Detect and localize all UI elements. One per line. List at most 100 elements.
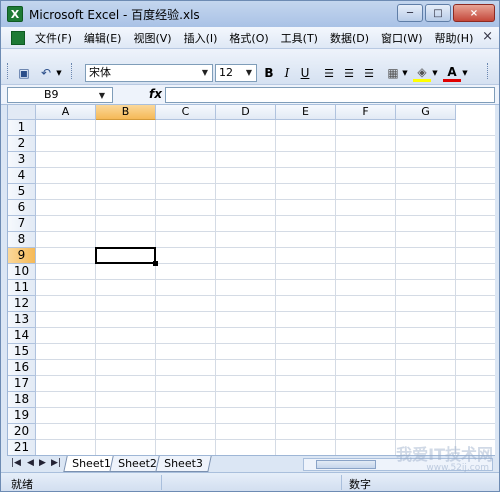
- column-gridline: [395, 120, 396, 455]
- menu-tools[interactable]: 工具(T): [281, 30, 318, 46]
- menu-help[interactable]: 帮助(H): [435, 30, 474, 46]
- prev-sheet-icon[interactable]: ◀: [27, 458, 34, 468]
- name-box-dropdown-icon[interactable]: ▼: [96, 89, 108, 103]
- row-header-19[interactable]: 19: [8, 408, 36, 424]
- minimize-button[interactable]: ─: [397, 4, 423, 22]
- row-header-1[interactable]: 1: [8, 120, 36, 136]
- window-title: Microsoft Excel - 百度经验.xls: [29, 7, 200, 22]
- excel-window: X Microsoft Excel - 百度经验.xls ─ □ × 文件(F)…: [0, 0, 500, 492]
- first-sheet-icon[interactable]: |◀: [11, 458, 21, 468]
- row-header-11[interactable]: 11: [8, 280, 36, 296]
- sheet-tab-3[interactable]: Sheet3: [155, 456, 212, 472]
- borders-dropdown-icon[interactable]: ▼: [401, 64, 409, 82]
- menu-window[interactable]: 窗口(W): [381, 30, 422, 46]
- column-header-d[interactable]: D: [216, 105, 276, 120]
- watermark: 我爱IT技术网: [396, 445, 493, 464]
- row-header-12[interactable]: 12: [8, 296, 36, 312]
- name-box-value: B9: [44, 88, 59, 101]
- row-header-6[interactable]: 6: [8, 200, 36, 216]
- menu-bar: 文件(F) 编辑(E) 视图(V) 插入(I) 格式(O) 工具(T) 数据(D…: [1, 27, 499, 49]
- horizontal-scroll-thumb[interactable]: [316, 460, 376, 469]
- align-left-icon[interactable]: ☰: [321, 64, 337, 82]
- align-right-icon[interactable]: ☰: [361, 64, 377, 82]
- column-gridline: [95, 120, 96, 455]
- menu-insert[interactable]: 插入(I): [184, 30, 218, 46]
- column-header-e[interactable]: E: [276, 105, 336, 120]
- row-gridline: [36, 279, 495, 280]
- row-header-13[interactable]: 13: [8, 312, 36, 328]
- row-header-4[interactable]: 4: [8, 168, 36, 184]
- last-sheet-icon[interactable]: ▶|: [51, 458, 61, 468]
- worksheet-grid[interactable]: A B C D E F G 1 2 3 4 5 6 7 8 9 10 11 12 13 14 15 16 17 18 19 20 21: [7, 105, 495, 455]
- row-header-3[interactable]: 3: [8, 152, 36, 168]
- menu-edit[interactable]: 编辑(E): [84, 30, 122, 46]
- row-header-17[interactable]: 17: [8, 376, 36, 392]
- underline-button[interactable]: U: [297, 64, 313, 82]
- maximize-button[interactable]: □: [425, 4, 451, 22]
- row-gridline: [36, 231, 495, 232]
- column-header-c[interactable]: C: [156, 105, 216, 120]
- workbook-icon[interactable]: [11, 30, 25, 45]
- undo-icon[interactable]: ↶: [37, 64, 55, 82]
- active-cell[interactable]: [95, 247, 156, 264]
- fill-color-dropdown-icon[interactable]: ▼: [431, 64, 439, 82]
- column-header-a[interactable]: A: [36, 105, 96, 120]
- italic-button[interactable]: I: [279, 64, 295, 82]
- font-name-dropdown-icon[interactable]: ▼: [199, 66, 211, 80]
- font-color-dropdown-icon[interactable]: ▼: [461, 64, 469, 82]
- window-controls: ─ □ ×: [397, 4, 495, 22]
- next-sheet-icon[interactable]: ▶: [39, 458, 46, 468]
- name-box[interactable]: B9 ▼: [7, 87, 113, 103]
- row-header-16[interactable]: 16: [8, 360, 36, 376]
- font-size-select[interactable]: 12 ▼: [215, 64, 257, 82]
- formula-bar: B9 ▼ fx: [1, 85, 499, 105]
- undo-dropdown-icon[interactable]: ▼: [55, 64, 63, 82]
- row-header-9[interactable]: 9: [8, 248, 36, 264]
- formatting-toolbar: ▣ ↶ ▼ 宋体 ▼ 12 ▼ B I U ☰ ☰ ☰ ▦ ▼ ◈ ▼ A ▼: [1, 49, 499, 85]
- row-header-21[interactable]: 21: [8, 440, 36, 455]
- row-header-14[interactable]: 14: [8, 328, 36, 344]
- fill-handle[interactable]: [153, 261, 158, 266]
- borders-icon[interactable]: ▦: [385, 64, 401, 82]
- row-header-8[interactable]: 8: [8, 232, 36, 248]
- row-gridline: [36, 199, 495, 200]
- column-header-f[interactable]: F: [336, 105, 396, 120]
- row-header-5[interactable]: 5: [8, 184, 36, 200]
- title-bar[interactable]: X Microsoft Excel - 百度经验.xls ─ □ ×: [1, 1, 499, 27]
- toolbar-grip-end[interactable]: [487, 63, 490, 79]
- fill-color-icon[interactable]: ◈: [413, 64, 431, 82]
- close-workbook-icon[interactable]: ×: [482, 29, 493, 44]
- row-header-18[interactable]: 18: [8, 392, 36, 408]
- select-all-corner[interactable]: [8, 105, 36, 120]
- bold-button[interactable]: B: [261, 64, 277, 82]
- insert-function-icon[interactable]: fx: [149, 87, 162, 101]
- row-header-20[interactable]: 20: [8, 424, 36, 440]
- sheet-tab-2-label: Sheet2: [118, 457, 157, 470]
- row-gridline: [36, 135, 495, 136]
- toolbar-grip-2[interactable]: [71, 63, 74, 79]
- save-icon[interactable]: ▣: [15, 64, 33, 82]
- row-header-2[interactable]: 2: [8, 136, 36, 152]
- row-gridline: [36, 327, 495, 328]
- row-gridline: [36, 439, 495, 440]
- menu-view[interactable]: 视图(V): [133, 30, 171, 46]
- menu-data[interactable]: 数据(D): [330, 30, 369, 46]
- row-header-15[interactable]: 15: [8, 344, 36, 360]
- column-header-g[interactable]: G: [396, 105, 456, 120]
- column-header-b[interactable]: B: [96, 105, 156, 120]
- row-gridline: [36, 167, 495, 168]
- font-color-icon[interactable]: A: [443, 64, 461, 82]
- font-size-dropdown-icon[interactable]: ▼: [243, 66, 255, 80]
- close-button[interactable]: ×: [453, 4, 495, 22]
- excel-app-icon[interactable]: X: [7, 6, 23, 22]
- row-header-7[interactable]: 7: [8, 216, 36, 232]
- status-ready: 就绪: [11, 478, 33, 491]
- toolbar-grip[interactable]: [7, 63, 10, 79]
- menu-file[interactable]: 文件(F): [35, 30, 72, 46]
- font-name-select[interactable]: 宋体 ▼: [85, 64, 213, 82]
- formula-input[interactable]: [165, 87, 495, 103]
- row-header-10[interactable]: 10: [8, 264, 36, 280]
- status-divider-1: [161, 475, 162, 490]
- align-center-icon[interactable]: ☰: [341, 64, 357, 82]
- menu-format[interactable]: 格式(O): [229, 30, 268, 46]
